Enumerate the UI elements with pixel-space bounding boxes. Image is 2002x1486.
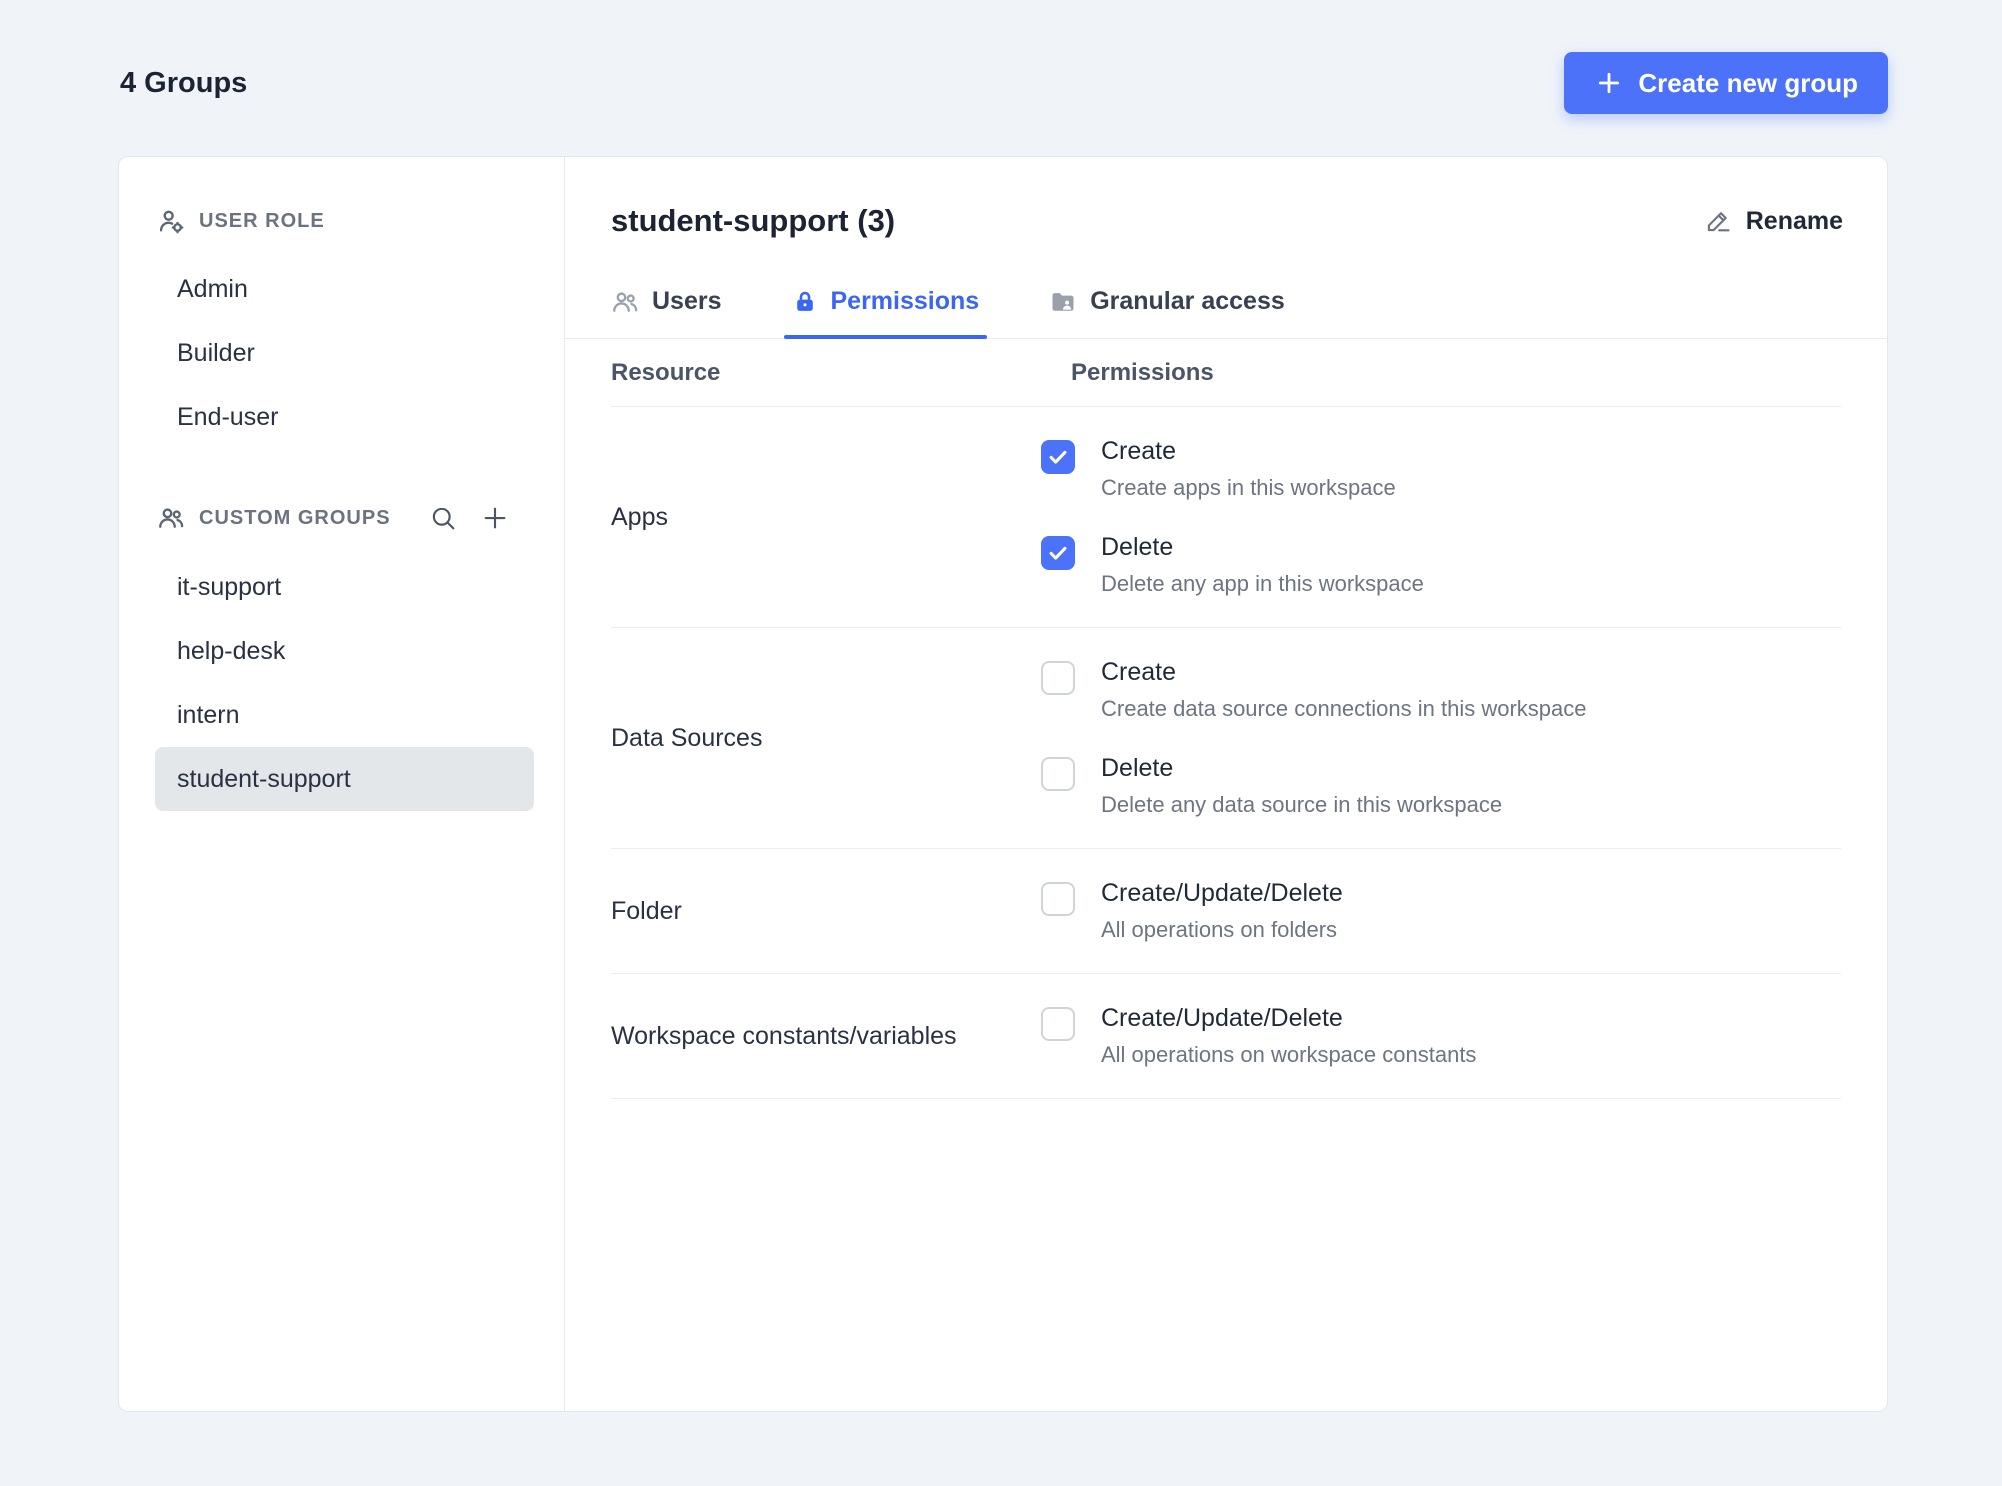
table-row-apps: Apps Create Create apps in this workspac… [611, 407, 1841, 628]
tab-granular-access-label: Granular access [1090, 287, 1285, 315]
permission-label: Create [1101, 437, 1177, 465]
table-header-row: Resource Permissions [611, 339, 1841, 407]
checkbox-folder-cud[interactable] [1041, 882, 1075, 916]
group-detail-panel: student-support (3) Rename Users Permiss… [565, 157, 1887, 1411]
rename-label: Rename [1745, 206, 1843, 235]
custom-groups-icon [159, 508, 184, 528]
tab-users-label: Users [652, 287, 722, 315]
sidebar-item-help-desk[interactable]: help-desk [155, 619, 534, 683]
checkmark-icon [1049, 450, 1067, 464]
checkbox-apps-create[interactable] [1041, 440, 1075, 474]
table-row-data-sources: Data Sources Create Create data source c… [611, 628, 1841, 849]
sidebar-item-admin[interactable]: Admin [155, 257, 534, 321]
permission-label: Delete [1101, 533, 1174, 561]
user-role-icon [159, 210, 184, 234]
checkbox-workspace-constants-cud[interactable] [1041, 1007, 1075, 1041]
checkbox-apps-delete[interactable] [1041, 536, 1075, 570]
permission-description: Delete any data source in this workspace [1101, 792, 1503, 817]
plus-icon [484, 507, 506, 529]
lock-icon [796, 291, 813, 311]
tabs: Users Permissions Granular access [565, 287, 1887, 339]
checkbox-datasources-delete[interactable] [1041, 757, 1075, 791]
custom-groups-list: it-support help-desk intern student-supp… [155, 555, 534, 811]
user-role-header: USER ROLE [155, 207, 534, 235]
permission-label: Create/Update/Delete [1101, 1004, 1343, 1032]
permissions-column-header: Permissions [1071, 358, 1214, 386]
permission-description: All operations on folders [1101, 917, 1338, 942]
checkmark-icon [1049, 546, 1067, 560]
table-row-workspace-constants: Workspace constants/variables Create/Upd… [611, 974, 1841, 1099]
search-icon [432, 507, 455, 530]
tab-permissions-label: Permissions [830, 287, 980, 315]
resource-label: Folder [611, 896, 682, 925]
groups-card: USER ROLE Admin Builder End-user CUSTOM … [118, 156, 1888, 1412]
permission-apps-create: Create Create apps in this workspace [1041, 421, 1841, 517]
resource-label: Workspace constants/variables [611, 1021, 957, 1050]
sidebar-item-end-user[interactable]: End-user [155, 385, 534, 449]
table-row-folder: Folder Create/Update/Delete All operatio… [611, 849, 1841, 974]
permission-datasources-delete: Delete Delete any data source in this wo… [1041, 738, 1841, 834]
sidebar-item-builder[interactable]: Builder [155, 321, 534, 385]
sidebar-item-it-support[interactable]: it-support [155, 555, 534, 619]
sidebar: USER ROLE Admin Builder End-user CUSTOM … [119, 157, 565, 1411]
custom-groups-header: CUSTOM GROUPS [155, 503, 534, 533]
resource-column-header: Resource [611, 358, 721, 386]
permission-description: Create data source connections in this w… [1101, 696, 1587, 721]
tab-permissions[interactable]: Permissions [783, 287, 987, 339]
permission-description: Delete any app in this workspace [1101, 571, 1424, 596]
permission-description: All operations on workspace constants [1101, 1042, 1477, 1067]
add-group-button[interactable] [480, 503, 510, 533]
group-title: student-support (3) [611, 203, 896, 238]
tab-granular-access[interactable]: Granular access [1049, 287, 1285, 338]
permission-label: Delete [1101, 754, 1174, 782]
rename-button[interactable]: Rename [1704, 207, 1843, 236]
folder-icon [1052, 292, 1074, 311]
permission-label: Create [1101, 658, 1177, 686]
tab-users[interactable]: Users [611, 287, 722, 338]
permission-apps-delete: Delete Delete any app in this workspace [1041, 517, 1841, 613]
resource-label: Apps [611, 502, 668, 531]
pencil-icon [1707, 212, 1730, 232]
permission-workspace-constants-cud: Create/Update/Delete All operations on w… [1041, 988, 1841, 1084]
permission-folder-cud: Create/Update/Delete All operations on f… [1041, 863, 1841, 959]
permission-datasources-create: Create Create data source connections in… [1041, 642, 1841, 738]
user-role-header-label: USER ROLE [199, 209, 325, 232]
permission-description: Create apps in this workspace [1101, 475, 1396, 500]
permission-label: Create/Update/Delete [1101, 879, 1343, 907]
create-new-group-button[interactable]: Create new group [1564, 52, 1888, 114]
sidebar-item-student-support[interactable]: student-support [155, 747, 534, 811]
resource-label: Data Sources [611, 723, 763, 752]
user-role-list: Admin Builder End-user [155, 257, 534, 449]
sidebar-item-intern[interactable]: intern [155, 683, 534, 747]
custom-groups-header-label: CUSTOM GROUPS [199, 506, 391, 529]
users-icon [613, 291, 638, 312]
topbar: 4 Groups Create new group [0, 0, 2002, 114]
group-detail-header: student-support (3) Rename [565, 157, 1887, 239]
permissions-table: Resource Permissions Apps Create Create … [565, 339, 1887, 1099]
create-new-group-label: Create new group [1638, 67, 1858, 98]
search-groups-button[interactable] [428, 503, 458, 533]
checkbox-datasources-create[interactable] [1041, 661, 1075, 695]
plus-icon [1599, 72, 1620, 94]
page-title: 4 Groups [120, 66, 248, 99]
